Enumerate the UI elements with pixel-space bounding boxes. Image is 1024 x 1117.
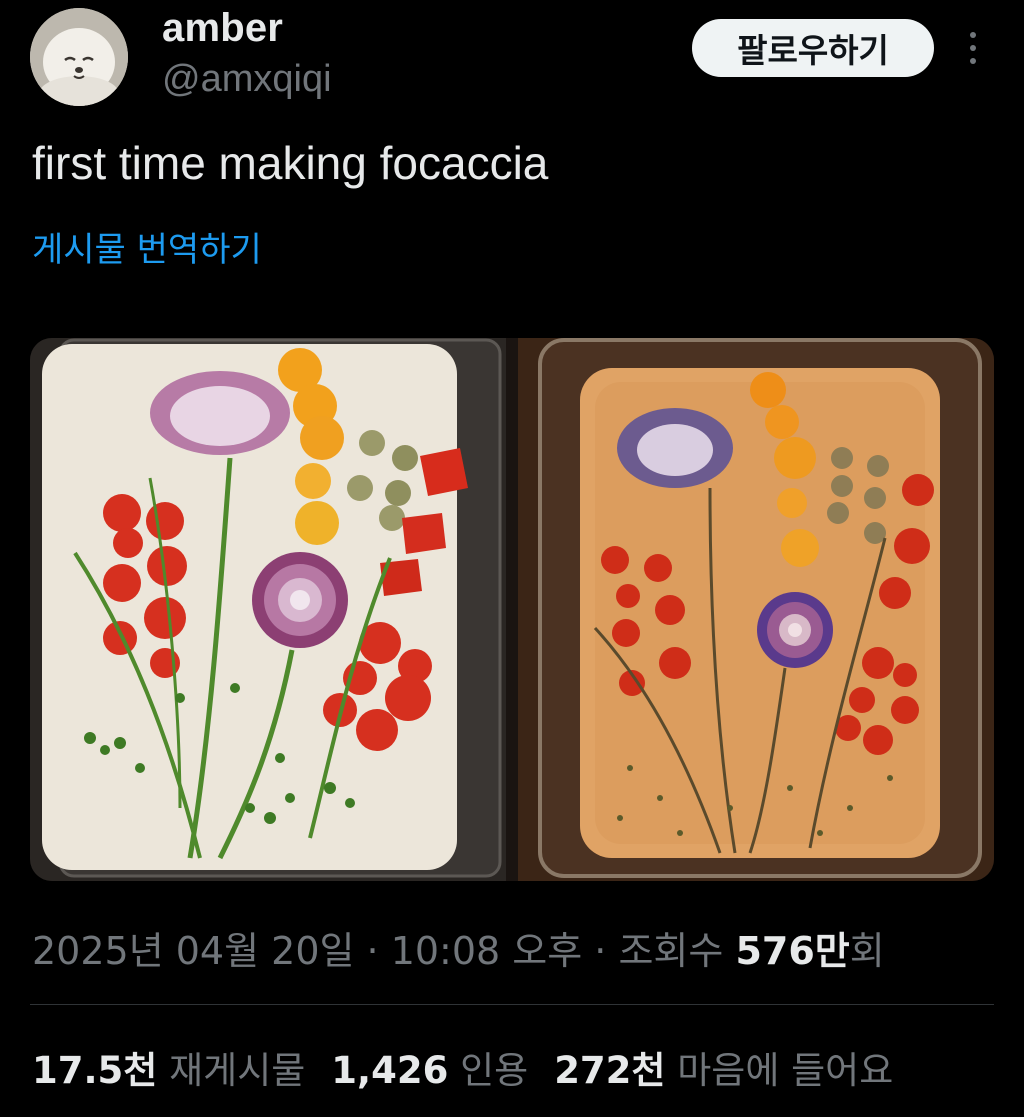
focaccia-before-photo[interactable] [30,338,506,881]
views-label: 조회수 [618,929,736,973]
views-suffix: 회 [849,929,885,973]
more-options-icon[interactable] [958,26,988,70]
tweet-time[interactable]: 10:08 오후 [391,929,583,973]
tweet-media[interactable] [30,338,994,881]
tweet-date[interactable]: 2025년 04월 20일 [32,929,354,973]
likes-count: 272천 [554,1049,666,1092]
reposts-count: 17.5천 [32,1049,158,1092]
views-count: 576만 [735,929,850,973]
user-handle[interactable]: @amxqiqi [162,58,332,101]
meta-separator: · [582,929,619,973]
translate-post-link[interactable]: 게시물 번역하기 [32,222,262,271]
avatar[interactable] [30,8,128,106]
engagement-stats: 17.5천 재게시물 1,426 인용 272천 마음에 들어요 [32,1040,919,1094]
reposts-stat[interactable]: 17.5천 재게시물 [32,1049,331,1092]
display-name[interactable]: amber [162,6,283,51]
likes-label: 마음에 들어요 [677,1049,894,1092]
tweet-text: first time making focaccia [32,137,549,189]
follow-button[interactable]: 팔로우하기 [692,19,934,77]
quotes-count: 1,426 [331,1049,449,1092]
meta-separator: · [354,929,391,973]
divider [30,1004,994,1005]
likes-stat[interactable]: 272천 마음에 들어요 [554,1049,919,1092]
focaccia-after-photo[interactable] [518,338,994,881]
reposts-label: 재게시물 [169,1049,306,1092]
quotes-stat[interactable]: 1,426 인용 [331,1049,554,1092]
quotes-label: 인용 [460,1049,529,1092]
tweet-meta: 2025년 04월 20일 · 10:08 오후 · 조회수 576만회 [32,920,885,975]
